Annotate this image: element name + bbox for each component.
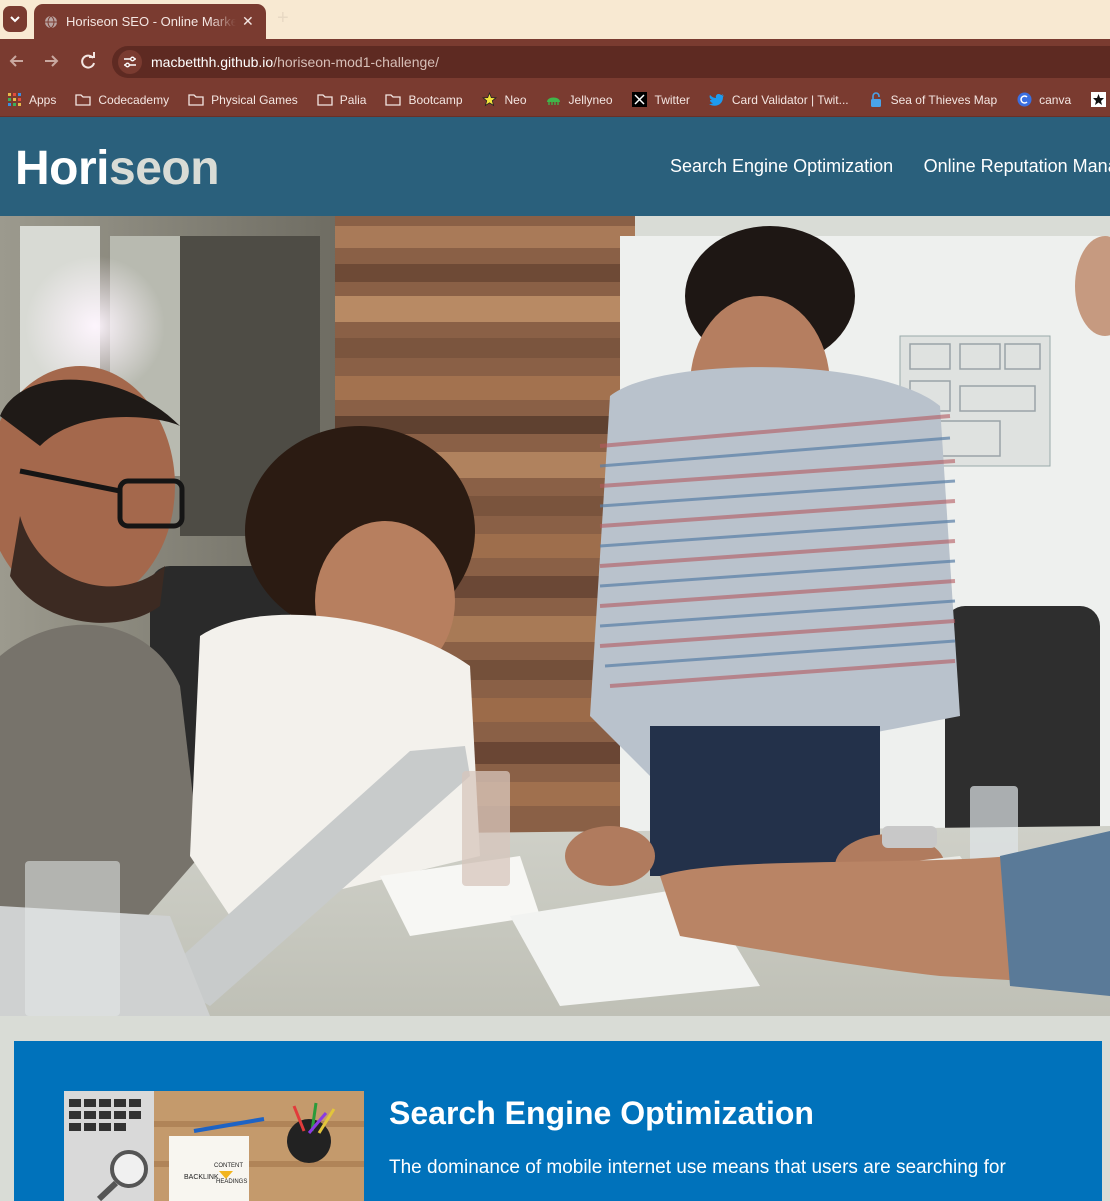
bookmark-folder-palia[interactable]: Palia — [317, 92, 367, 108]
site-logo[interactable]: Horiseon — [15, 141, 220, 196]
section-title: Search Engine Optimization — [389, 1095, 814, 1131]
forward-arrow-icon[interactable] — [40, 50, 62, 72]
x-logo-icon — [632, 92, 648, 108]
browser-tabstrip: Horiseon SEO - Online Marketing ✕ + — [0, 0, 1110, 39]
lock-icon — [868, 91, 884, 108]
bookmark-label: Palia — [339, 92, 367, 107]
card-image-word-content: CONTENT — [214, 1163, 243, 1169]
folder-icon — [75, 92, 92, 108]
bookmark-beetle[interactable]: beetlep — [1090, 92, 1110, 108]
bookmark-twitter[interactable]: Twitter — [632, 92, 690, 108]
bookmark-folder-bootcamp[interactable]: Bootcamp — [385, 92, 463, 108]
bookmark-card-validator[interactable]: Card Validator | Twit... — [708, 92, 849, 108]
site-header: Horiseon Search Engine Optimization Onli… — [0, 117, 1110, 216]
bookmark-label: Bootcamp — [408, 92, 463, 107]
bookmark-label: Apps — [29, 92, 57, 107]
twitter-bird-icon — [708, 92, 725, 108]
url-text: macbetthh.github.io/horiseon-mod1-challe… — [151, 54, 439, 70]
bookmark-label: canva — [1039, 92, 1072, 107]
bookmark-label: Codecademy — [98, 92, 170, 107]
nav-link-search-engine-optimization[interactable]: Search Engine Optimization — [670, 156, 893, 176]
seo-desk-photo: BACKLINK CONTENT HEADINGS — [64, 1091, 364, 1201]
tab-title: Horiseon SEO - Online Marketing — [66, 14, 236, 29]
seo-section-card: BACKLINK CONTENT HEADINGS Search Engine … — [14, 1041, 1102, 1201]
reload-icon[interactable] — [77, 50, 99, 72]
bookmark-label: Sea of Thieves Map — [890, 92, 998, 107]
address-bar[interactable]: macbetthh.github.io/horiseon-mod1-challe… — [112, 46, 1110, 78]
tab-search-button[interactable] — [3, 6, 27, 32]
folder-icon — [188, 92, 204, 108]
jellyneo-icon — [546, 92, 562, 108]
chevron-down-icon — [10, 16, 20, 23]
neo-star-icon — [482, 92, 498, 108]
bookmark-label: Card Validator | Twit... — [731, 92, 849, 107]
logo-main-text: Hori — [15, 142, 110, 195]
bookmarks-bar: Apps Codecademy Physical Games Palia Boo… — [0, 83, 1110, 117]
globe-icon — [45, 15, 57, 29]
bookmark-neo[interactable]: Neo — [482, 92, 527, 108]
hero-office-meeting-photo — [0, 216, 1110, 1016]
wristwatch — [882, 826, 937, 848]
bookmark-jellyneo[interactable]: Jellyneo — [546, 92, 613, 108]
bookmark-label: Twitter — [654, 92, 690, 107]
bookmark-folder-physical-games[interactable]: Physical Games — [188, 92, 298, 108]
close-tab-icon[interactable]: ✕ — [242, 13, 254, 30]
apps-grid-icon — [6, 92, 22, 108]
seo-card-image: BACKLINK CONTENT HEADINGS — [64, 1091, 364, 1201]
bookmark-sea-of-thieves-map[interactable]: Sea of Thieves Map — [868, 91, 998, 108]
bookmark-label: Jellyneo — [568, 92, 613, 107]
back-arrow-icon[interactable] — [6, 50, 28, 72]
nav-link-online-reputation-management[interactable]: Online Reputation Management — [924, 156, 1110, 176]
bookmark-canva[interactable]: canva — [1016, 92, 1071, 108]
bookmark-label: Physical Games — [211, 92, 298, 107]
folder-icon — [317, 92, 333, 108]
bookmark-label: Neo — [504, 92, 527, 107]
canva-icon — [1016, 92, 1032, 108]
site-settings-icon[interactable] — [118, 50, 142, 74]
bookmark-apps[interactable]: Apps — [6, 92, 56, 108]
water-glass — [462, 771, 510, 886]
section-text: The dominance of mobile internet use mea… — [389, 1157, 1006, 1178]
folder-icon — [385, 92, 402, 108]
main-nav: Search Engine Optimization Online Reputa… — [670, 156, 1110, 177]
beetle-icon — [1090, 92, 1106, 108]
logo-accent-text: seon — [109, 142, 220, 195]
browser-tab[interactable]: Horiseon SEO - Online Marketing ✕ — [34, 4, 266, 39]
new-tab-button[interactable]: + — [277, 7, 289, 30]
hero-image — [0, 216, 1110, 1016]
bookmark-folder-codecademy[interactable]: Codecademy — [75, 92, 169, 108]
